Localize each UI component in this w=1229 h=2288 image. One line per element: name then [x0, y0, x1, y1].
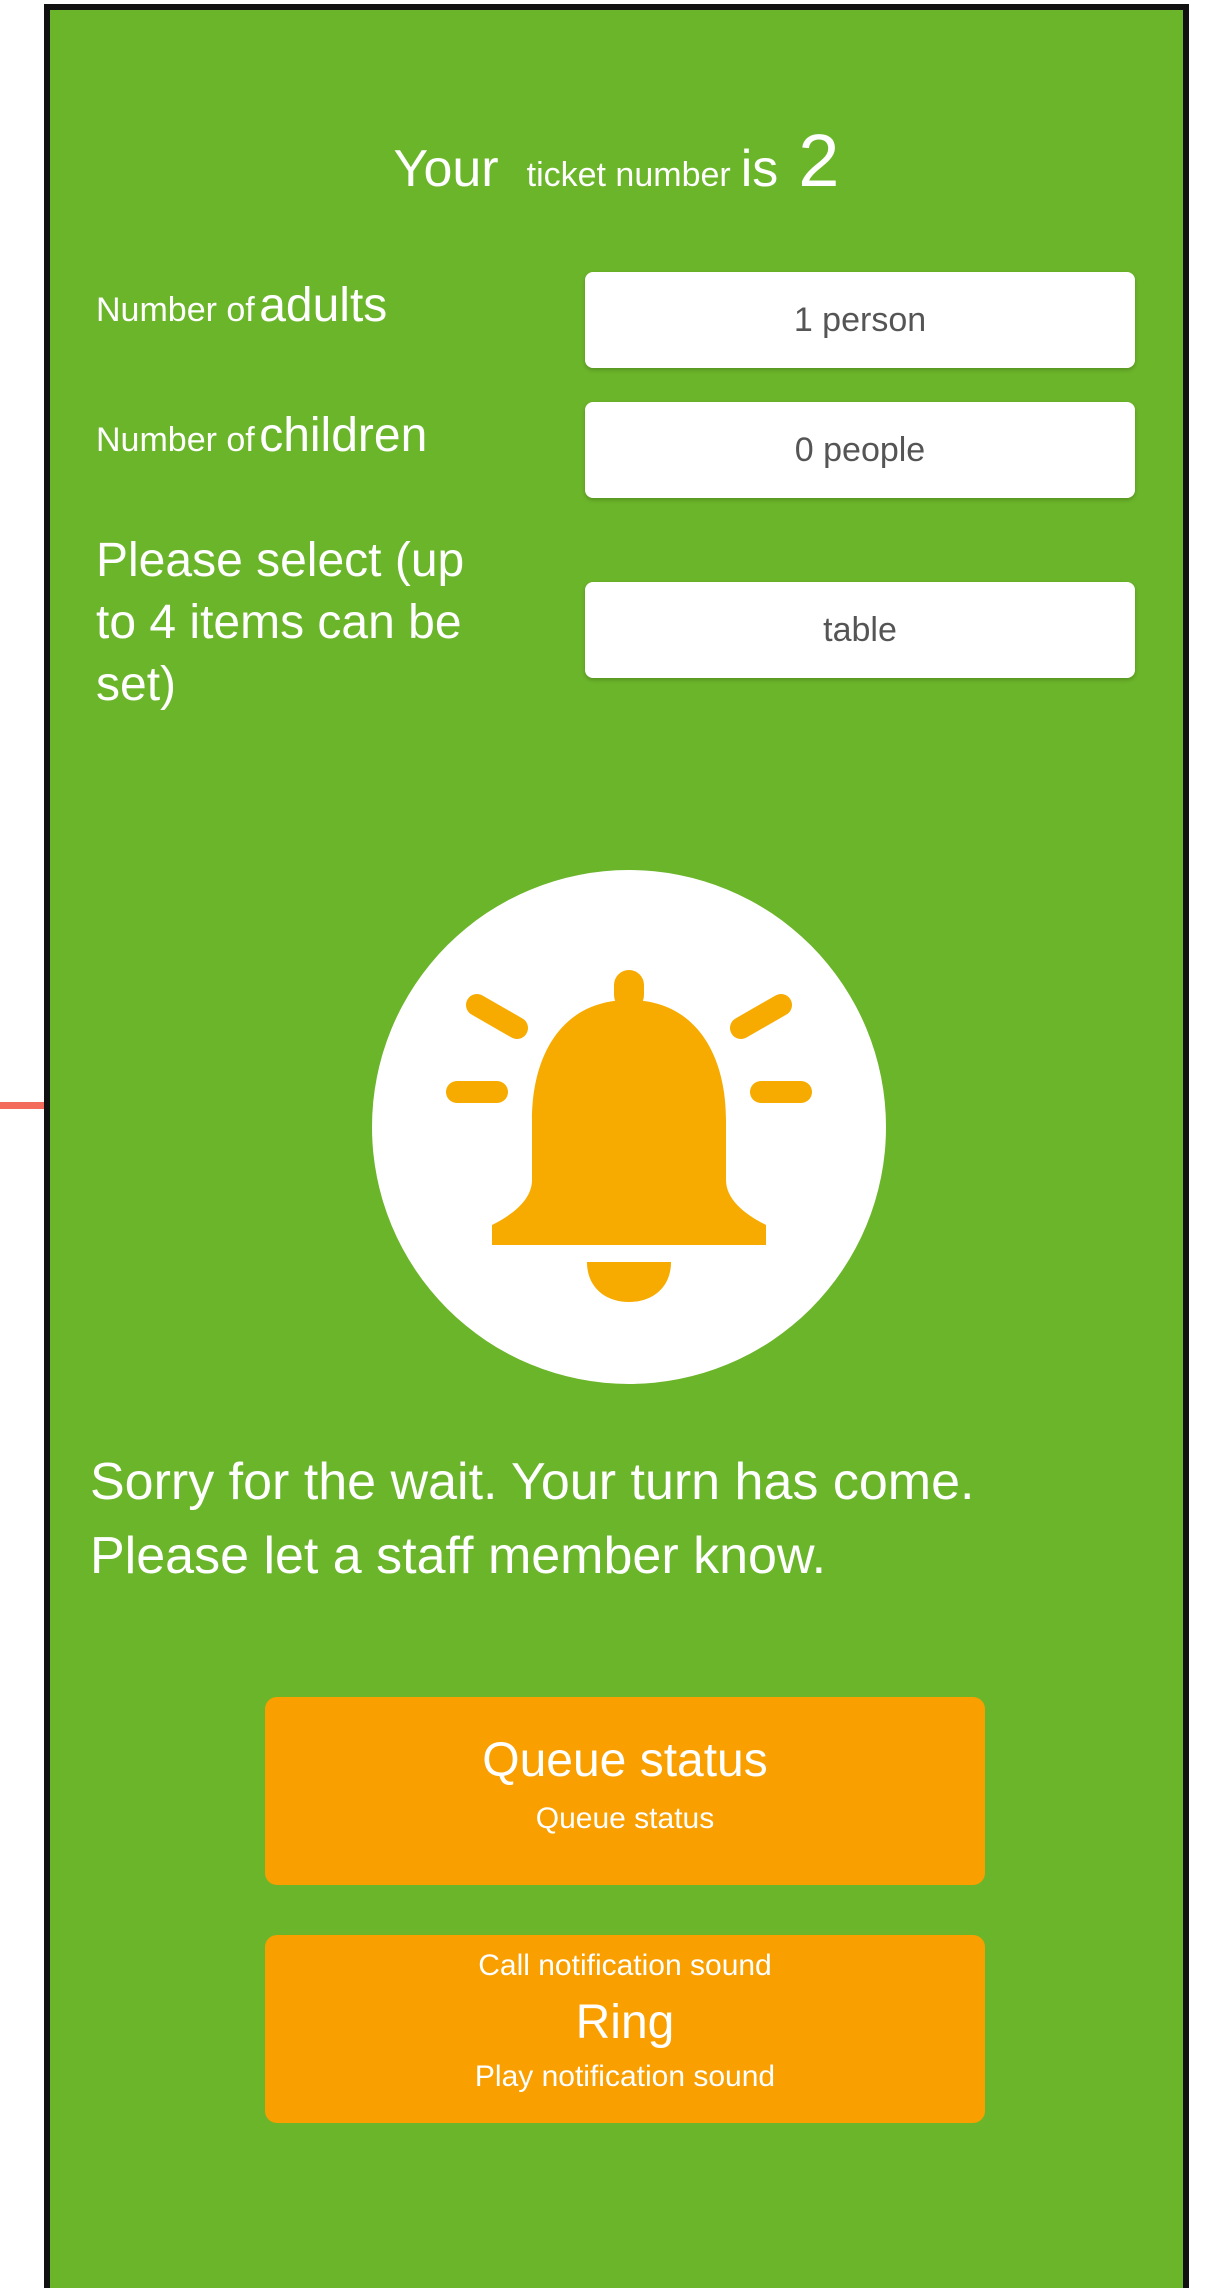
children-label: Number of children: [96, 408, 427, 463]
children-select[interactable]: 0 people: [585, 402, 1135, 498]
children-label-word: children: [259, 409, 428, 462]
queue-status-button-sublabel: Queue status: [535, 1802, 715, 1835]
turn-message-line-1: Sorry for the wait. Your turn has come.: [90, 1453, 975, 1511]
bell-badge: [372, 870, 886, 1384]
app-screen: Your ticket number is 2 Number of adults 1 …: [44, 4, 1189, 2288]
ticket-heading: Your ticket number is 2: [50, 118, 1183, 203]
adults-label-word: adults: [259, 279, 388, 332]
ticket-is-text: is: [740, 140, 779, 198]
ticket-number: 2: [798, 119, 840, 202]
queue-status-button-label: Queue status: [482, 1734, 768, 1787]
adults-label-prefix: Number of: [96, 291, 255, 329]
turn-message: Sorry for the wait. Your turn has come. …: [90, 1445, 1170, 1593]
ticket-number-label: ticket number: [526, 156, 731, 194]
ring-button-sublabel: Play notification sound: [474, 2060, 776, 2093]
adults-select[interactable]: 1 person: [585, 272, 1135, 368]
accent-line: [0, 1102, 48, 1109]
children-label-prefix: Number of: [96, 421, 255, 459]
ring-button-label: Ring: [575, 1996, 675, 2049]
adults-label: Number of adults: [96, 278, 387, 333]
ring-button[interactable]: Call notification sound Ring Play notifi…: [265, 1935, 985, 2123]
ring-button-caption: Call notification sound: [478, 1949, 772, 1982]
turn-message-line-2: Please let a staff member know.: [90, 1527, 827, 1585]
bell-ringing-icon: [446, 970, 812, 1302]
seat-type-select[interactable]: table: [585, 582, 1135, 678]
ticket-your-text: Your: [393, 140, 499, 198]
seat-type-label: Please select (up to 4 items can be set): [96, 534, 465, 711]
page: Your ticket number is 2 Number of adults 1 …: [0, 0, 1229, 2288]
queue-status-button[interactable]: Queue status Queue status: [265, 1697, 985, 1885]
